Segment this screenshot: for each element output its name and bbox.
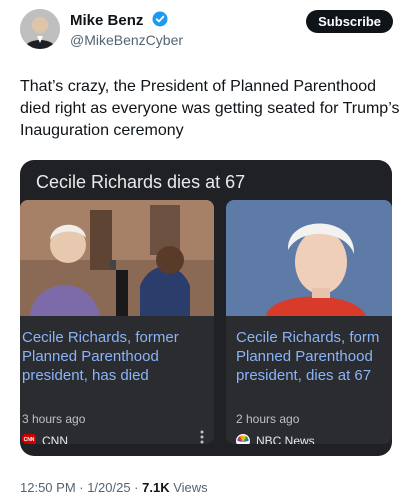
post-timestamp[interactable]: 12:50 PM · 1/20/25 · [20,480,142,495]
story-photo-nbc [226,200,392,316]
views-count: 7.1K [142,480,170,495]
headline-line: president, has died [22,367,149,384]
card-title: Cecile Richards dies at 67 [36,172,246,192]
subscribe-button[interactable]: Subscribe [306,10,393,33]
views-label: Views [169,480,208,495]
author-handle[interactable]: @MikeBenzCyber [70,32,183,48]
cnn-logo-icon: CNN [22,434,36,444]
story-card-cnn[interactable]: Cecile Richards, former Planned Parentho… [20,200,214,444]
verified-badge-icon [152,11,168,27]
story-headline[interactable]: Cecile Richards, form Planned Parenthood… [236,328,392,385]
story-time: 2 hours ago [236,412,300,426]
headline-line: Planned Parenthood [236,348,373,365]
story-headline[interactable]: Cecile Richards, former Planned Parentho… [22,328,212,385]
nbc-peacock-icon [236,434,250,444]
story-photo-cnn [20,200,214,316]
story-card-nbc[interactable]: Cecile Richards, form Planned Parenthood… [226,200,392,444]
tweet-meta: 12:50 PM · 1/20/25 · 7.1K Views [20,480,208,495]
source-name: CNN [42,434,68,444]
story-source[interactable]: NBC News [236,434,315,444]
author-name-text: Mike Benz [70,12,144,29]
story-time: 3 hours ago [22,412,86,426]
headline-line: Cecile Richards, former [22,329,179,346]
avatar[interactable] [20,9,60,49]
source-name: NBC News [256,434,315,444]
news-card[interactable]: Cecile Richards dies at 67 Cecile Richar… [20,160,392,456]
cnn-logo-text: CNN [23,437,35,443]
headline-line: Planned Parenthood [22,348,159,365]
author-name[interactable]: Mike Benz [70,11,168,29]
tweet-text: That’s crazy, the President of Planned P… [20,78,400,139]
headline-line: president, dies at 67 [236,367,372,384]
headline-line: Cecile Richards, form [236,329,380,346]
kebab-menu-icon[interactable] [200,430,204,444]
story-source[interactable]: CNN CNN [22,434,68,444]
